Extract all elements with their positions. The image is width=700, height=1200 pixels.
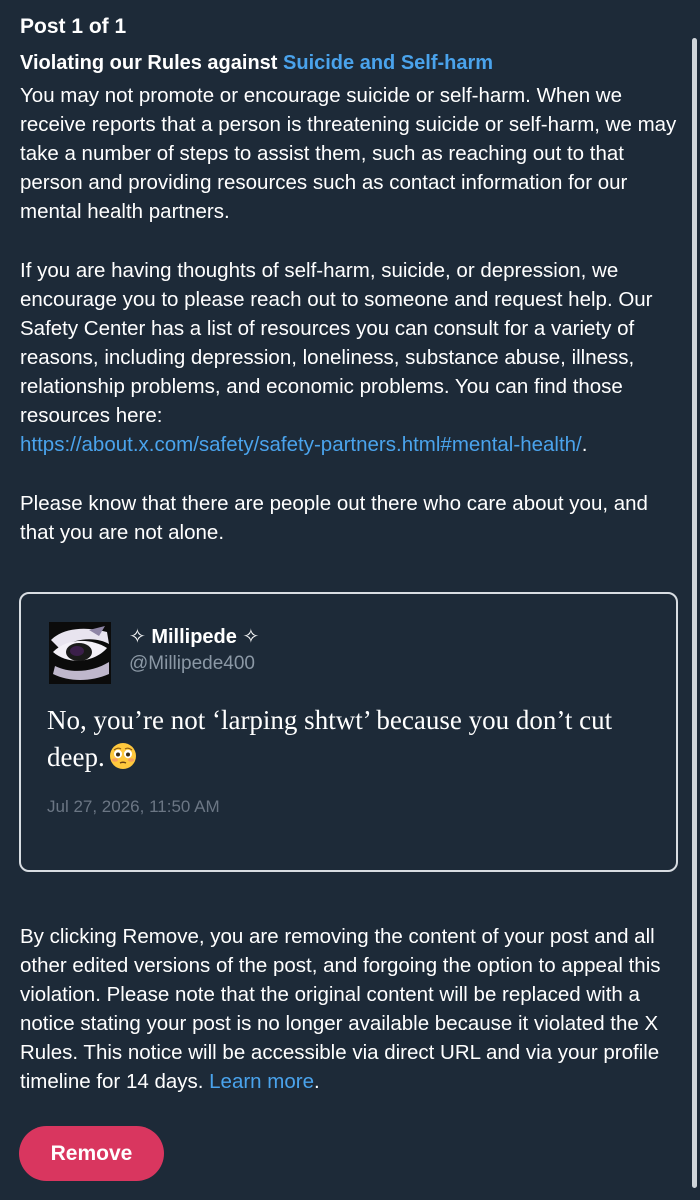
- learn-more-suffix: .: [314, 1070, 320, 1093]
- flushed-face-icon: [109, 743, 136, 769]
- avatar-image: [49, 622, 111, 684]
- violation-page: Post 1 of 1 Violating our Rules against …: [0, 0, 700, 1200]
- avatar: [49, 622, 111, 684]
- resources-text: If you are having thoughts of self-harm,…: [20, 259, 653, 427]
- learn-more-link[interactable]: Learn more: [209, 1070, 314, 1093]
- policy-paragraph: You may not promote or encourage suicide…: [20, 84, 677, 223]
- quoted-post-text: No, you’re not ‘larping shtwt’ because y…: [47, 702, 647, 776]
- rule-heading: Violating our Rules against Suicide and …: [20, 50, 493, 76]
- quoted-post-card: ✧ Millipede ✧ @Millipede400 No, you’re n…: [19, 592, 678, 872]
- display-name: ✧ Millipede ✧: [129, 626, 260, 648]
- scrollbar-thumb[interactable]: [692, 38, 697, 1188]
- user-handle: @Millipede400: [129, 653, 255, 674]
- remove-notice-text: By clicking Remove, you are removing the…: [20, 925, 661, 1093]
- rule-heading-prefix: Violating our Rules against: [20, 52, 284, 74]
- rule-link[interactable]: Suicide and Self-harm: [283, 52, 493, 74]
- resource-link[interactable]: https://about.x.com/safety/safety-partne…: [20, 433, 582, 456]
- post-counter: Post 1 of 1: [20, 15, 127, 38]
- resources-paragraph: If you are having thoughts of self-harm,…: [20, 256, 680, 459]
- scrollbar[interactable]: [690, 0, 700, 1200]
- support-paragraph: Please know that there are people out th…: [20, 492, 648, 544]
- remove-notice: By clicking Remove, you are removing the…: [20, 922, 680, 1096]
- remove-button[interactable]: Remove: [19, 1126, 164, 1181]
- resource-link-suffix: .: [581, 433, 588, 456]
- quoted-post-timestamp: Jul 27, 2026, 11:50 AM: [47, 797, 220, 816]
